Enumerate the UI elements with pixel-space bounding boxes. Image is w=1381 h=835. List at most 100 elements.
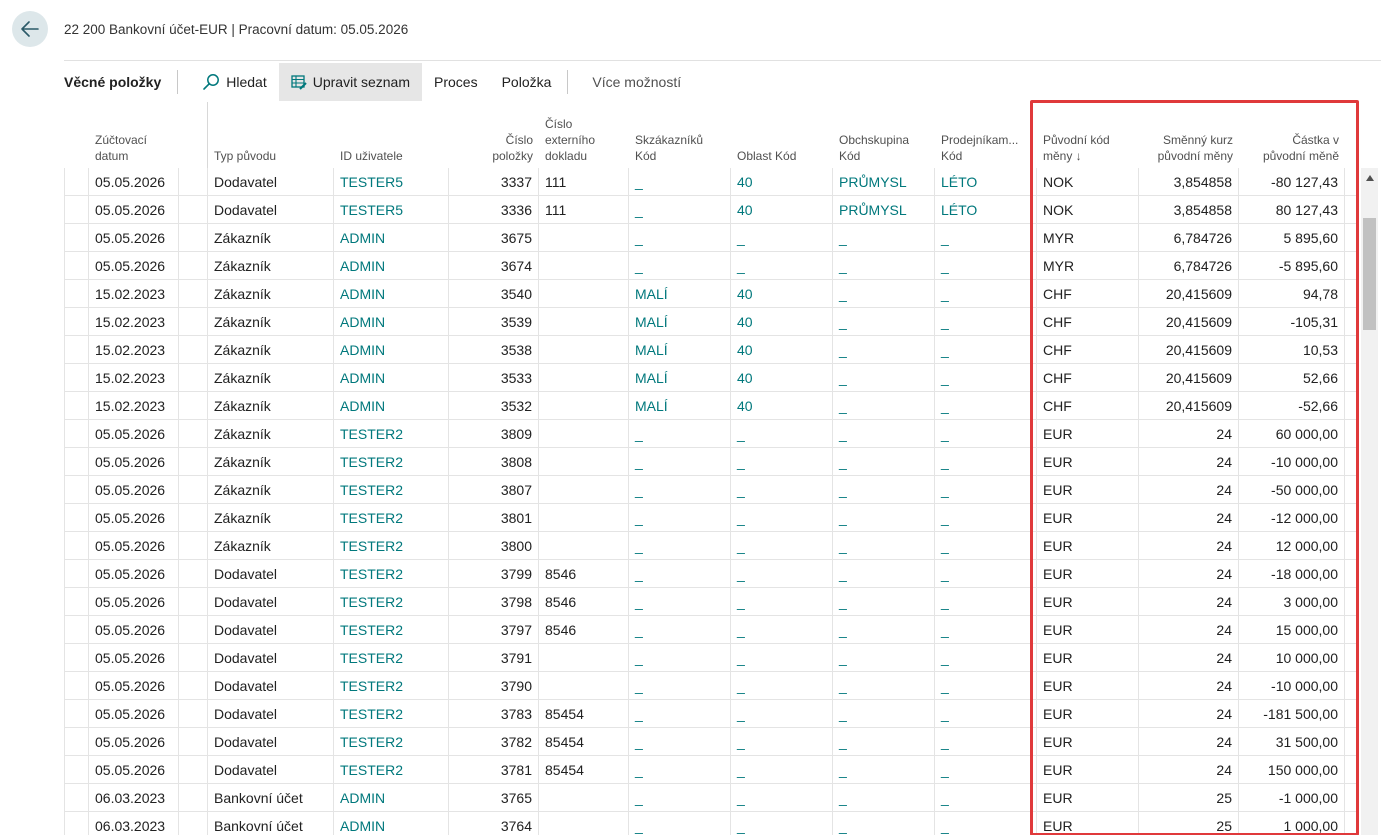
cell-user-id[interactable]: TESTER2 bbox=[334, 700, 449, 728]
cell-area-code[interactable]: _ bbox=[731, 504, 833, 532]
cell-customer-group[interactable]: _ bbox=[629, 252, 731, 280]
table-row[interactable]: 05.05.2026 Dodavatel TESTER2 3797 8546 _ _ _ _ EU… bbox=[64, 616, 1358, 644]
cell-user-id[interactable]: TESTER2 bbox=[334, 672, 449, 700]
cell-salesperson[interactable]: _ bbox=[935, 420, 1037, 448]
cell-customer-group[interactable]: _ bbox=[629, 644, 731, 672]
cell-customer-group[interactable]: _ bbox=[629, 588, 731, 616]
cell-user-id[interactable]: TESTER5 bbox=[334, 196, 449, 224]
cell-salesperson[interactable]: _ bbox=[935, 308, 1037, 336]
cell-customer-group[interactable]: MALÍ bbox=[629, 364, 731, 392]
cell-customer-group[interactable]: _ bbox=[629, 812, 731, 835]
cell-salesperson[interactable]: LÉTO bbox=[935, 168, 1037, 196]
cell-area-code[interactable]: _ bbox=[731, 616, 833, 644]
vertical-scrollbar[interactable] bbox=[1361, 168, 1378, 835]
table-row[interactable]: 05.05.2026 Zákazník TESTER2 3801 _ _ _ _ EUR 24 -1… bbox=[64, 504, 1358, 532]
table-row[interactable]: 05.05.2026 Dodavatel TESTER2 3798 8546 _ _ _ _ EU… bbox=[64, 588, 1358, 616]
cell-user-id[interactable]: TESTER2 bbox=[334, 420, 449, 448]
cell-user-id[interactable]: TESTER5 bbox=[334, 168, 449, 196]
col-header-source-type[interactable]: Typ původu bbox=[208, 148, 334, 164]
table-row[interactable]: 05.05.2026 Zákazník ADMIN 3674 _ _ _ _ MYR 6,7847… bbox=[64, 252, 1358, 280]
cell-user-id[interactable]: TESTER2 bbox=[334, 504, 449, 532]
col-header-business-group[interactable]: Obchskupina Kód bbox=[833, 132, 935, 164]
table-row[interactable]: 06.03.2023 Bankovní účet ADMIN 3764 _ _ _ _ EUR 2… bbox=[64, 812, 1358, 835]
cell-business-group[interactable]: _ bbox=[833, 392, 935, 420]
cell-area-code[interactable]: 40 bbox=[731, 336, 833, 364]
cell-customer-group[interactable]: _ bbox=[629, 728, 731, 756]
cell-user-id[interactable]: TESTER2 bbox=[334, 560, 449, 588]
table-row[interactable]: 05.05.2026 Zákazník TESTER2 3800 _ _ _ _ EUR 24 12… bbox=[64, 532, 1358, 560]
cell-customer-group[interactable]: _ bbox=[629, 756, 731, 784]
col-header-original-amount[interactable]: Částka v původní měně bbox=[1239, 132, 1345, 164]
cell-salesperson[interactable]: _ bbox=[935, 532, 1037, 560]
cell-salesperson[interactable]: _ bbox=[935, 336, 1037, 364]
table-row[interactable]: 15.02.2023 Zákazník ADMIN 3532 MALÍ 40 _ _ CHF 20… bbox=[64, 392, 1358, 420]
cell-business-group[interactable]: PRŮMYSL bbox=[833, 168, 935, 196]
cell-salesperson[interactable]: _ bbox=[935, 784, 1037, 812]
cell-user-id[interactable]: ADMIN bbox=[334, 280, 449, 308]
cell-customer-group[interactable]: _ bbox=[629, 616, 731, 644]
col-header-customer-group[interactable]: Skzákazníků Kód bbox=[629, 132, 731, 164]
cell-business-group[interactable]: _ bbox=[833, 616, 935, 644]
cell-area-code[interactable]: 40 bbox=[731, 196, 833, 224]
cell-business-group[interactable]: _ bbox=[833, 784, 935, 812]
cell-salesperson[interactable]: _ bbox=[935, 672, 1037, 700]
cell-business-group[interactable]: _ bbox=[833, 756, 935, 784]
cell-customer-group[interactable]: MALÍ bbox=[629, 392, 731, 420]
cell-business-group[interactable]: _ bbox=[833, 532, 935, 560]
cell-business-group[interactable]: _ bbox=[833, 504, 935, 532]
cell-user-id[interactable]: ADMIN bbox=[334, 308, 449, 336]
cell-business-group[interactable]: _ bbox=[833, 700, 935, 728]
col-header-entry-no[interactable]: Číslo položky bbox=[449, 132, 539, 164]
cell-user-id[interactable]: ADMIN bbox=[334, 252, 449, 280]
cell-business-group[interactable]: _ bbox=[833, 364, 935, 392]
cell-business-group[interactable]: PRŮMYSL bbox=[833, 196, 935, 224]
cell-salesperson[interactable]: _ bbox=[935, 504, 1037, 532]
cell-user-id[interactable]: TESTER2 bbox=[334, 476, 449, 504]
back-button[interactable] bbox=[12, 11, 48, 47]
table-row[interactable]: 05.05.2026 Dodavatel TESTER2 3799 8546 _ _ _ _ EU… bbox=[64, 560, 1358, 588]
cell-salesperson[interactable]: _ bbox=[935, 364, 1037, 392]
process-menu[interactable]: Proces bbox=[422, 63, 490, 101]
cell-area-code[interactable]: _ bbox=[731, 420, 833, 448]
table-row[interactable]: 15.02.2023 Zákazník ADMIN 3539 MALÍ 40 _ _ CHF 20… bbox=[64, 308, 1358, 336]
cell-business-group[interactable]: _ bbox=[833, 728, 935, 756]
col-header-original-currency[interactable]: Původní kód měny ↓ bbox=[1037, 132, 1139, 164]
cell-business-group[interactable]: _ bbox=[833, 252, 935, 280]
cell-business-group[interactable]: _ bbox=[833, 812, 935, 835]
cell-customer-group[interactable]: _ bbox=[629, 504, 731, 532]
cell-user-id[interactable]: TESTER2 bbox=[334, 448, 449, 476]
cell-user-id[interactable]: TESTER2 bbox=[334, 532, 449, 560]
cell-business-group[interactable]: _ bbox=[833, 420, 935, 448]
table-row[interactable]: 05.05.2026 Zákazník TESTER2 3808 _ _ _ _ EUR 24 -1… bbox=[64, 448, 1358, 476]
cell-salesperson[interactable]: _ bbox=[935, 476, 1037, 504]
cell-business-group[interactable]: _ bbox=[833, 336, 935, 364]
table-row[interactable]: 05.05.2026 Dodavatel TESTER2 3783 85454 _ _ _ _ E… bbox=[64, 700, 1358, 728]
cell-customer-group[interactable]: _ bbox=[629, 420, 731, 448]
cell-user-id[interactable]: ADMIN bbox=[334, 336, 449, 364]
cell-salesperson[interactable]: _ bbox=[935, 588, 1037, 616]
cell-area-code[interactable]: _ bbox=[731, 588, 833, 616]
cell-customer-group[interactable]: _ bbox=[629, 784, 731, 812]
cell-salesperson[interactable]: _ bbox=[935, 616, 1037, 644]
table-row[interactable]: 05.05.2026 Dodavatel TESTER2 3782 85454 _ _ _ _ E… bbox=[64, 728, 1358, 756]
cell-area-code[interactable]: 40 bbox=[731, 392, 833, 420]
more-options-button[interactable]: Více možností bbox=[580, 63, 693, 101]
table-row[interactable]: 05.05.2026 Dodavatel TESTER2 3781 85454 _ _ _ _ E… bbox=[64, 756, 1358, 784]
col-header-posting-date[interactable]: Zúčtovací datum bbox=[89, 132, 207, 164]
table-row[interactable]: 15.02.2023 Zákazník ADMIN 3538 MALÍ 40 _ _ CHF 20… bbox=[64, 336, 1358, 364]
cell-salesperson[interactable]: _ bbox=[935, 644, 1037, 672]
cell-area-code[interactable]: _ bbox=[731, 224, 833, 252]
cell-business-group[interactable]: _ bbox=[833, 644, 935, 672]
cell-salesperson[interactable]: _ bbox=[935, 812, 1037, 835]
cell-user-id[interactable]: ADMIN bbox=[334, 812, 449, 835]
cell-user-id[interactable]: ADMIN bbox=[334, 392, 449, 420]
col-header-user-id[interactable]: ID uživatele bbox=[334, 148, 449, 164]
cell-customer-group[interactable]: _ bbox=[629, 448, 731, 476]
cell-area-code[interactable]: 40 bbox=[731, 280, 833, 308]
cell-area-code[interactable]: _ bbox=[731, 448, 833, 476]
cell-area-code[interactable]: _ bbox=[731, 252, 833, 280]
cell-salesperson[interactable]: _ bbox=[935, 252, 1037, 280]
cell-customer-group[interactable]: _ bbox=[629, 672, 731, 700]
cell-area-code[interactable]: _ bbox=[731, 728, 833, 756]
cell-user-id[interactable]: TESTER2 bbox=[334, 588, 449, 616]
